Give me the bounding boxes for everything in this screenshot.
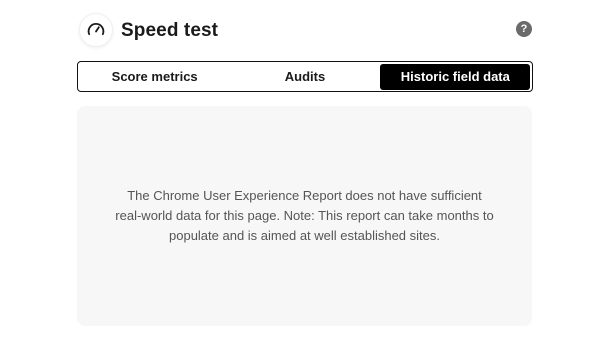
tab-historic-field-data[interactable]: Historic field data: [380, 63, 531, 90]
speed-test-panel: Speed test ? Score metrics Audits Histor…: [0, 0, 610, 353]
speedometer-icon: [80, 14, 112, 46]
tab-audits[interactable]: Audits: [230, 64, 380, 90]
tab-score-metrics[interactable]: Score metrics: [80, 64, 230, 90]
tab-bar: Score metrics Audits Historic field data: [77, 61, 533, 92]
field-data-content: The Chrome User Experience Report does n…: [77, 106, 532, 326]
insufficient-data-message: The Chrome User Experience Report does n…: [115, 188, 494, 243]
page-title: Speed test: [121, 20, 219, 41]
speedometer-icon-graphic: [87, 23, 105, 36]
panel-header: Speed test ?: [80, 14, 532, 48]
help-icon[interactable]: ?: [516, 21, 532, 37]
